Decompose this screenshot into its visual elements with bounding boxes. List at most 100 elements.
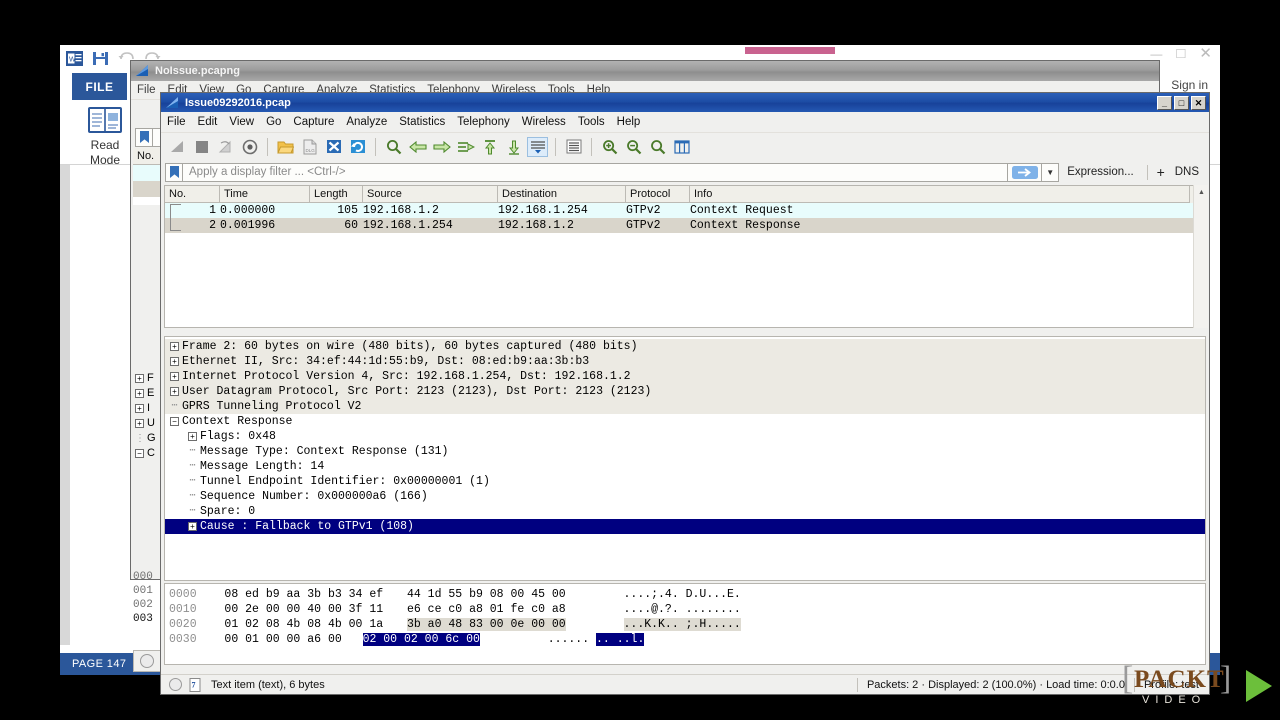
tree-row-flags[interactable]: + Flags: 0x48 <box>165 429 1205 444</box>
chevron-down-icon[interactable]: ▼ <box>1042 162 1060 182</box>
column-header-time[interactable]: Time <box>220 186 310 203</box>
expert-info-icon[interactable] <box>169 678 182 691</box>
capture-file-properties-icon[interactable]: 7 <box>189 677 202 692</box>
go-forward-icon[interactable] <box>431 137 452 157</box>
word-file-tab[interactable]: FILE <box>72 73 127 100</box>
menu-item-telephony[interactable]: Telephony <box>457 116 509 128</box>
display-filter-bar[interactable]: Apply a display filter ... <Ctrl-/> ▼ Ex… <box>161 160 1209 184</box>
packet-list-pane[interactable]: No. Time Length Source Destination Proto… <box>164 185 1206 328</box>
open-file-icon[interactable] <box>275 137 296 157</box>
expander-icon[interactable]: + <box>135 404 144 413</box>
expander-icon[interactable]: + <box>188 522 197 531</box>
tree-row-ipv4[interactable]: + Internet Protocol Version 4, Src: 192.… <box>165 369 1205 384</box>
tree-row-spare[interactable]: ⋯ Spare: 0 <box>165 504 1205 519</box>
go-back-icon[interactable] <box>407 137 428 157</box>
scroll-up-arrow-icon[interactable]: ▲ <box>1194 185 1209 200</box>
tree-row-gtp[interactable]: ⋯ GPRS Tunneling Protocol V2 <box>165 399 1205 414</box>
expander-icon[interactable]: + <box>170 387 179 396</box>
bg-bookmark-icon[interactable] <box>135 127 152 147</box>
menu-item-capture[interactable]: Capture <box>293 116 334 128</box>
menu-item-tools[interactable]: Tools <box>578 116 605 128</box>
go-to-packet-icon[interactable] <box>455 137 476 157</box>
column-header-no[interactable]: No. <box>165 186 220 203</box>
close-button[interactable]: ✕ <box>1191 95 1206 110</box>
read-mode-button[interactable]: Read Mode <box>72 104 138 168</box>
tree-row-udp[interactable]: + User Datagram Protocol, Src Port: 2123… <box>165 384 1205 399</box>
packet-list-header[interactable]: No. Time Length Source Destination Proto… <box>165 186 1205 203</box>
collapser-icon[interactable]: − <box>170 417 179 426</box>
table-row[interactable]: 2 0.001996 60 192.168.1.254 192.168.1.2 … <box>165 218 1205 233</box>
close-file-icon[interactable] <box>323 137 344 157</box>
column-header-destination[interactable]: Destination <box>498 186 626 203</box>
expander-icon[interactable]: + <box>135 419 144 428</box>
restart-capture-icon[interactable] <box>215 137 236 157</box>
zoom-in-icon[interactable] <box>599 137 620 157</box>
menu-item-help[interactable]: Help <box>617 116 641 128</box>
word-close-icon[interactable]: ✕ <box>1199 46 1212 61</box>
word-window-buttons[interactable]: — □ ✕ <box>1150 46 1212 61</box>
capture-options-icon[interactable] <box>239 137 260 157</box>
menu-bar[interactable]: File Edit View Go Capture Analyze Statis… <box>161 112 1209 133</box>
packet-bytes-pane[interactable]: 0000 08 ed b9 aa 3b b3 34 ef 44 1d 55 b9… <box>164 583 1206 665</box>
dns-filter-button[interactable]: DNS <box>1169 166 1205 178</box>
expander-icon[interactable]: + <box>170 372 179 381</box>
zoom-reset-icon[interactable] <box>647 137 668 157</box>
hex-row[interactable]: 0030 00 01 00 00 a6 00 02 00 02 00 6c 00… <box>169 632 1205 647</box>
menu-item-edit[interactable]: Edit <box>198 116 218 128</box>
main-toolbar[interactable]: DLG <box>161 133 1209 160</box>
tree-row-message-type[interactable]: ⋯ Message Type: Context Response (131) <box>165 444 1205 459</box>
save-file-icon[interactable]: DLG <box>299 137 320 157</box>
tree-row-cause[interactable]: + Cause : Fallback to GTPv1 (108) <box>165 519 1205 534</box>
hex-row[interactable]: 0020 01 02 08 4b 08 4b 00 1a 3b a0 48 83… <box>169 617 1205 632</box>
reload-file-icon[interactable] <box>347 137 368 157</box>
hex-row[interactable]: 0000 08 ed b9 aa 3b b3 34 ef 44 1d 55 b9… <box>169 587 1205 602</box>
expander-icon[interactable]: + <box>170 342 179 351</box>
tree-row-teid[interactable]: ⋯ Tunnel Endpoint Identifier: 0x00000001… <box>165 474 1205 489</box>
resize-columns-icon[interactable] <box>671 137 692 157</box>
tree-row-context-response[interactable]: − Context Response <box>165 414 1205 429</box>
table-row[interactable]: 1 0.000000 105 192.168.1.2 192.168.1.254… <box>165 203 1205 218</box>
collapser-icon[interactable]: − <box>135 449 144 458</box>
menu-item-file[interactable]: File <box>167 116 186 128</box>
hex-row[interactable]: 0010 00 2e 00 00 40 00 3f 11 e6 ce c0 a8… <box>169 602 1205 617</box>
column-header-info[interactable]: Info <box>690 186 1190 203</box>
expander-icon[interactable]: + <box>170 357 179 366</box>
menu-item-wireless[interactable]: Wireless <box>522 116 566 128</box>
expander-icon[interactable]: + <box>188 432 197 441</box>
bg-menu-file[interactable]: File <box>137 84 156 96</box>
word-maximize-icon[interactable]: □ <box>1176 46 1185 61</box>
stop-capture-icon[interactable] <box>191 137 212 157</box>
tree-row-message-length[interactable]: ⋯ Message Length: 14 <box>165 459 1205 474</box>
bg-expert-info-icon[interactable] <box>140 654 154 668</box>
minimize-button[interactable]: _ <box>1157 95 1172 110</box>
zoom-out-icon[interactable] <box>623 137 644 157</box>
word-minimize-icon[interactable]: — <box>1150 47 1162 61</box>
wireshark-window[interactable]: Issue09292016.pcap _ □ ✕ File Edit View … <box>160 92 1210 695</box>
expander-icon[interactable]: + <box>135 389 144 398</box>
packet-list-scrollbar[interactable]: ▲ <box>1193 185 1208 328</box>
protocol-tree[interactable]: + Frame 2: 60 bytes on wire (480 bits), … <box>165 337 1205 534</box>
menu-item-go[interactable]: Go <box>266 116 281 128</box>
column-header-source[interactable]: Source <box>363 186 498 203</box>
go-last-packet-icon[interactable] <box>503 137 524 157</box>
hex-dump[interactable]: 0000 08 ed b9 aa 3b b3 34 ef 44 1d 55 b9… <box>165 584 1205 647</box>
add-filter-button[interactable]: + <box>1153 164 1169 180</box>
column-header-length[interactable]: Length <box>310 186 363 203</box>
word-page-indicator[interactable]: PAGE 147 <box>72 658 126 670</box>
column-header-protocol[interactable]: Protocol <box>626 186 690 203</box>
menu-item-statistics[interactable]: Statistics <box>399 116 445 128</box>
colorize-icon[interactable] <box>563 137 584 157</box>
apply-filter-arrow-icon[interactable] <box>1008 162 1043 182</box>
packet-detail-pane[interactable]: + Frame 2: 60 bytes on wire (480 bits), … <box>164 336 1206 581</box>
menu-item-view[interactable]: View <box>229 116 254 128</box>
tree-row-ethernet[interactable]: + Ethernet II, Src: 34:ef:44:1d:55:b9, D… <box>165 354 1205 369</box>
packet-list-rows[interactable]: 1 0.000000 105 192.168.1.2 192.168.1.254… <box>165 203 1205 233</box>
word-sign-in-link[interactable]: Sign in <box>1171 78 1208 92</box>
save-icon[interactable] <box>91 49 110 68</box>
maximize-button[interactable]: □ <box>1174 95 1189 110</box>
tree-row-sequence-number[interactable]: ⋯ Sequence Number: 0x000000a6 (166) <box>165 489 1205 504</box>
find-packet-icon[interactable] <box>383 137 404 157</box>
tree-row-frame[interactable]: + Frame 2: 60 bytes on wire (480 bits), … <box>165 339 1205 354</box>
expander-icon[interactable]: + <box>135 374 144 383</box>
bookmark-icon[interactable] <box>165 162 182 182</box>
